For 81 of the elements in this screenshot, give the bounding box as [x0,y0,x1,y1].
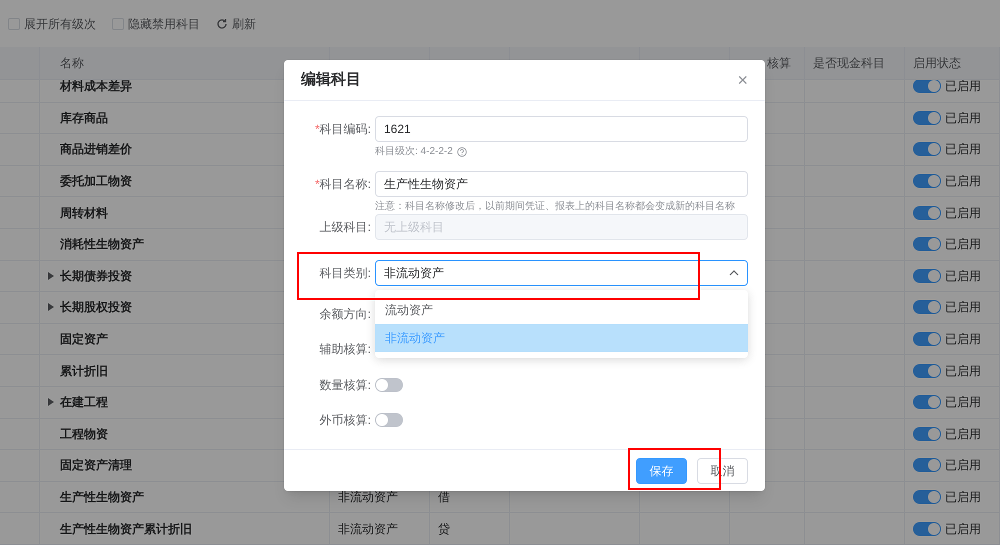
status-label: 已启用 [945,457,981,474]
field-label: 数量核算: [320,377,371,394]
column-header: 启用状态 [913,55,961,72]
field-label: 上级科目: [320,219,371,236]
field-label: 余额方向: [320,306,371,323]
hint-text: 注意：科目名称修改后，以前期间凭证、报表上的科目名称都会变成新的科目名称 [375,200,735,214]
table-cell: 材料成本差异 [60,80,132,96]
status-label: 已启用 [945,331,981,348]
dialog-title: 编辑科目 [301,70,361,90]
toggle-switch[interactable] [913,268,941,283]
toggle-switch[interactable] [913,458,941,472]
status-label: 已启用 [945,520,981,538]
status-label: 已启用 [945,236,981,254]
table-cell-text: 长期债券投资 [60,268,132,285]
refresh-button[interactable]: 刷新 [216,14,256,32]
table-cell-text: 委托加工物资 [60,173,132,190]
status-label: 已启用 [945,80,981,96]
save-button[interactable]: 保存 [636,458,687,484]
dropdown-option[interactable]: 流动资产 [375,296,748,324]
status-label: 已启用 [945,299,981,316]
toggle-switch[interactable] [913,332,941,346]
toggle-switch[interactable] [375,413,403,427]
toggle-switch[interactable] [913,490,941,504]
toggle-switch[interactable] [913,80,941,94]
table-cell-text: 累计折旧 [60,362,108,380]
table-cell-text: 非流动资产 [338,520,398,538]
table-cell-text: 贷 [438,520,450,538]
table-cell-text: 生产性生物资产 [60,489,144,506]
checkbox[interactable]: 隐藏禁用科目 [112,14,200,32]
status-label: 已启用 [945,426,981,443]
table-cell-text: 消耗性生物资产 [60,236,144,254]
field-label: *科目名称: [314,176,371,193]
toggle-switch[interactable] [913,174,941,188]
table-cell-text: 周转材料 [60,204,108,222]
table-cell-text: 工程物资 [60,426,108,443]
status-label: 已启用 [945,394,981,412]
table-cell-text: 固定资产 [60,331,108,348]
table-cell-text: 商品进销差价 [60,141,132,158]
table-cell-text: 生产性生物资产累计折旧 [60,520,192,538]
table-cell-text: 长期股权投资 [60,299,132,316]
status-label: 已启用 [945,141,981,158]
field-label: 科目类别: [320,265,371,282]
status-label: 已启用 [945,489,981,506]
refresh-icon [216,18,228,30]
expand-caret-icon[interactable] [48,398,54,406]
chevron-icon [729,270,739,276]
status-label: 已启用 [945,362,981,380]
status-label: 已启用 [945,268,981,285]
select-field[interactable]: 非流动资产 [375,260,748,286]
input-field[interactable]: 1621 [375,116,748,142]
expand-caret-icon[interactable] [48,303,54,312]
hint-text: 科目级次: 4-2-2-2 [375,144,453,159]
toggle-switch[interactable] [375,378,403,392]
table-cell-text: 库存商品 [60,110,108,127]
column-header: 核算 [767,55,791,72]
field-label: 外币核算: [320,412,371,429]
expand-caret-icon[interactable] [48,272,54,280]
toggle-switch[interactable] [913,426,941,441]
toggle-switch[interactable] [913,110,941,125]
field-label: 辅助核算: [320,341,371,358]
status-label: 已启用 [945,110,981,127]
status-label: 已启用 [945,173,981,190]
toggle-switch[interactable] [913,142,941,156]
toggle-switch[interactable] [913,300,941,314]
checkbox[interactable]: 展开所有级次 [8,14,96,32]
column-header: 名称 [60,55,84,72]
table-cell-text: 借 [438,489,450,506]
table-cell-text: 固定资产清理 [60,457,132,474]
table-cell-text: 非流动资产 [338,489,398,506]
status-label: 已启用 [945,204,981,222]
toggle-switch[interactable] [913,206,941,220]
toggle-switch[interactable] [913,395,941,410]
column-header: 是否现金科目 [813,55,885,72]
close-button[interactable]: × [737,71,748,89]
input-field[interactable]: 生产性生物资产 [375,171,748,197]
toggle-switch[interactable] [913,237,941,252]
table-cell-text: 在建工程 [60,394,108,412]
help-icon[interactable] [456,146,467,156]
field-label: *科目编码: [314,121,371,138]
toggle-switch[interactable] [913,364,941,378]
toggle-switch[interactable] [913,522,941,536]
